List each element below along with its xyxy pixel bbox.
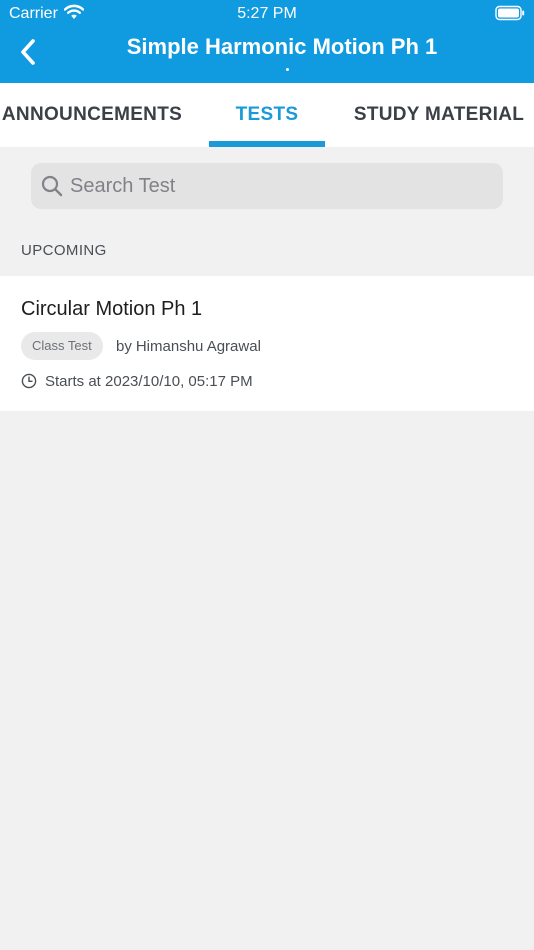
tab-tests[interactable]: TESTS [209,83,325,147]
search-input[interactable] [70,163,490,209]
tab-bar: ANNOUNCEMENTS TESTS STUDY MATERIAL [0,83,534,147]
tab-announcements[interactable]: ANNOUNCEMENTS [0,83,186,147]
page-indicator-dot [286,68,289,71]
chevron-left-icon [19,38,37,71]
clock-icon [21,373,37,394]
app-header: Carrier 5:27 PM Simple Harmonic Motion P… [0,0,534,83]
test-author: by Himanshu Agrawal [116,338,261,355]
test-start-time: Starts at 2023/10/10, 05:17 PM [45,373,253,390]
search-icon [41,175,63,202]
test-title: Circular Motion Ph 1 [21,298,203,320]
test-type-badge: Class Test [21,332,103,360]
navigation-bar: Simple Harmonic Motion Ph 1 [0,28,534,83]
battery-icon [495,5,525,26]
page-title: Simple Harmonic Motion Ph 1 [126,34,438,59]
test-card[interactable]: Circular Motion Ph 1 Class Test by Himans… [0,276,534,411]
status-time: 5:27 PM [237,5,297,22]
tab-study-material[interactable]: STUDY MATERIAL [348,83,530,147]
author-prefix: by [116,338,132,355]
back-button[interactable] [10,36,46,72]
section-heading-upcoming: UPCOMING [21,242,107,259]
search-bar[interactable] [31,163,503,209]
author-name: Himanshu Agrawal [135,338,261,355]
status-bar: Carrier 5:27 PM [0,0,534,28]
active-tab-indicator [209,141,325,147]
